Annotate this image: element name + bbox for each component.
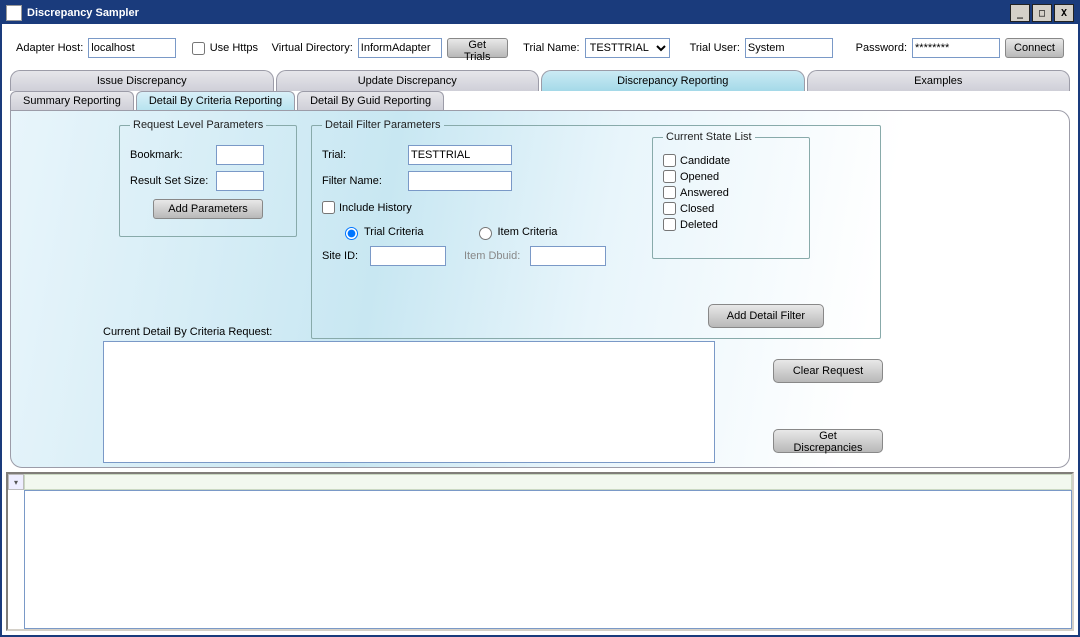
connect-button[interactable]: Connect [1005,38,1064,58]
filter-name-input[interactable] [408,171,512,191]
filter-name-label: Filter Name: [322,175,408,187]
state-candidate-checkbox[interactable] [663,154,676,167]
results-header-row [24,474,1072,490]
app-window: Discrepancy Sampler _ □ X Adapter Host: … [0,0,1080,637]
maximize-button[interactable]: □ [1032,4,1052,22]
app-icon [6,5,22,21]
main-tabs: Issue Discrepancy Update Discrepancy Dis… [10,70,1070,91]
trial-label: Trial: [322,149,408,161]
current-state-list-group: Current State List Candidate Opened Answ… [652,131,810,259]
state-deleted-label: Deleted [680,219,718,231]
minimize-button[interactable]: _ [1010,4,1030,22]
connection-row: Adapter Host: Use Https Virtual Director… [10,32,1070,68]
main-panel: Request Level Parameters Bookmark: Resul… [10,110,1070,468]
results-area: ▾ [6,472,1074,631]
sub-tabs: Summary Reporting Detail By Criteria Rep… [10,91,1070,110]
state-opened-label: Opened [680,171,719,183]
trial-user-label: Trial User: [690,42,740,54]
trial-user-input[interactable] [745,38,833,58]
item-criteria-label: Item Criteria [498,226,558,238]
virtual-directory-label: Virtual Directory: [272,42,353,54]
get-trials-button[interactable]: Get Trials [447,38,508,58]
subtab-detail-by-criteria[interactable]: Detail By Criteria Reporting [136,91,295,110]
tab-update-discrepancy[interactable]: Update Discrepancy [276,70,540,91]
tab-examples[interactable]: Examples [807,70,1071,91]
subtab-summary-reporting[interactable]: Summary Reporting [10,91,134,110]
window-title: Discrepancy Sampler [27,7,139,19]
trial-input[interactable] [408,145,512,165]
add-detail-filter-button[interactable]: Add Detail Filter [708,304,824,328]
bookmark-input[interactable] [216,145,264,165]
current-request-label: Current Detail By Criteria Request: [103,326,272,338]
clear-request-button[interactable]: Clear Request [773,359,883,383]
content-area: Adapter Host: Use Https Virtual Director… [2,24,1078,468]
use-https-checkbox[interactable] [192,42,205,55]
site-id-input[interactable] [370,246,446,266]
state-candidate-label: Candidate [680,155,730,167]
state-answered-label: Answered [680,187,729,199]
bookmark-label: Bookmark: [130,149,216,161]
trial-name-select[interactable]: TESTTRIAL [585,38,671,58]
password-input[interactable] [912,38,1000,58]
virtual-directory-input[interactable] [358,38,442,58]
state-answered-checkbox[interactable] [663,186,676,199]
add-parameters-button[interactable]: Add Parameters [153,199,262,219]
detail-filter-legend: Detail Filter Parameters [322,119,444,131]
request-level-parameters-group: Request Level Parameters Bookmark: Resul… [119,119,297,237]
results-grid[interactable] [24,490,1072,629]
state-deleted-checkbox[interactable] [663,218,676,231]
include-history-label: Include History [339,202,412,214]
trial-criteria-radio[interactable] [345,227,358,240]
tab-issue-discrepancy[interactable]: Issue Discrepancy [10,70,274,91]
state-closed-checkbox[interactable] [663,202,676,215]
include-history-checkbox[interactable] [322,201,335,214]
detail-filter-parameters-group: Detail Filter Parameters Trial: Filter N… [311,119,881,339]
item-dbuid-label: Item Dbuid: [464,250,530,262]
password-label: Password: [856,42,907,54]
subtab-detail-by-guid[interactable]: Detail By Guid Reporting [297,91,444,110]
request-level-legend: Request Level Parameters [130,119,266,131]
tab-discrepancy-reporting[interactable]: Discrepancy Reporting [541,70,805,91]
use-https-label: Use Https [210,42,258,54]
site-id-label: Site ID: [322,250,370,262]
adapter-host-input[interactable] [88,38,176,58]
get-discrepancies-button[interactable]: Get Discrepancies [773,429,883,453]
state-opened-checkbox[interactable] [663,170,676,183]
item-dbuid-input [530,246,606,266]
title-bar: Discrepancy Sampler _ □ X [2,2,1078,24]
trial-name-label: Trial Name: [523,42,579,54]
expand-results-toggle[interactable]: ▾ [8,474,24,490]
result-set-size-input[interactable] [216,171,264,191]
item-criteria-radio[interactable] [479,227,492,240]
adapter-host-label: Adapter Host: [16,42,83,54]
close-button[interactable]: X [1054,4,1074,22]
trial-criteria-label: Trial Criteria [364,226,424,238]
current-request-textarea[interactable] [103,341,715,463]
current-state-legend: Current State List [663,131,755,143]
result-set-size-label: Result Set Size: [130,175,216,187]
state-closed-label: Closed [680,203,714,215]
